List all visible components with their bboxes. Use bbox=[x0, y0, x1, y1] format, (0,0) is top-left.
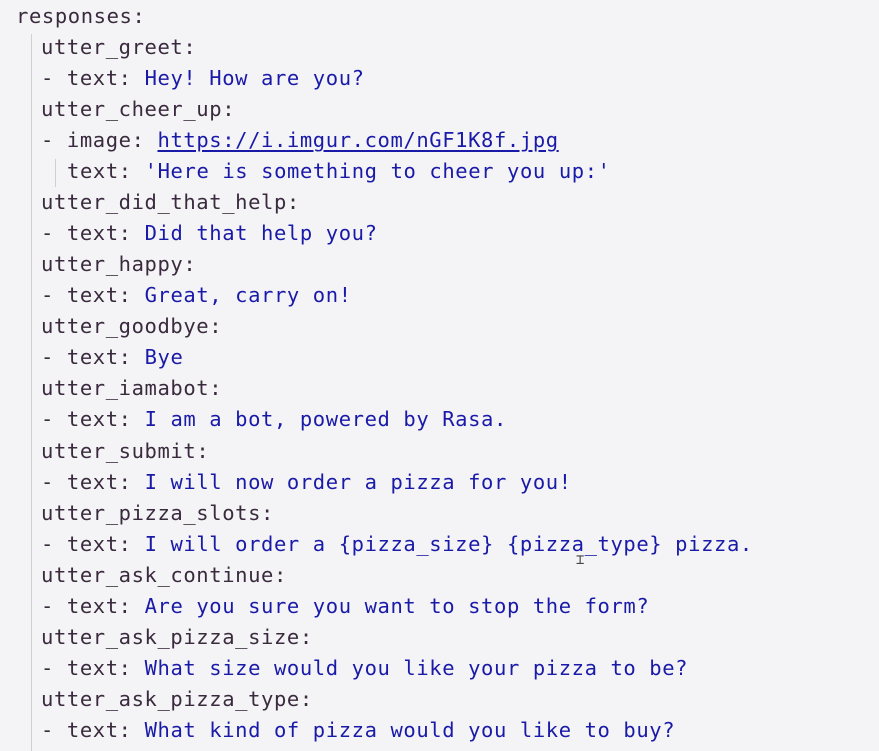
code-line-text: - text: I will now order a pizza for you… bbox=[41, 470, 572, 494]
image-url-link[interactable]: https://i.imgur.com/nGF1K8f.jpg bbox=[158, 128, 559, 152]
text-cursor-icon: ⌶ bbox=[576, 552, 586, 568]
code-line-response-key: utter_pizza_slots: bbox=[41, 501, 274, 525]
code-line-text: - text: What size would you like your pi… bbox=[41, 656, 689, 680]
response-text: Bye bbox=[144, 345, 184, 369]
code-line-response-key: utter_submit: bbox=[41, 439, 210, 463]
response-name: utter_ask_pizza_type bbox=[41, 687, 300, 711]
indent-guide bbox=[31, 34, 32, 751]
response-name: utter_happy bbox=[41, 252, 184, 276]
code-line-text: - text: Bye bbox=[41, 345, 184, 369]
response-name: utter_goodbye bbox=[41, 314, 210, 338]
code-line-response-key: utter_cheer_up: bbox=[41, 97, 236, 121]
code-line-response-key: utter_greet: bbox=[41, 35, 197, 59]
response-text: What kind of pizza would you like to buy… bbox=[144, 718, 676, 742]
response-text: I will order a {pizza_size} {pizza_type}… bbox=[144, 532, 753, 556]
code-line-response-key: utter_ask_pizza_type: bbox=[41, 687, 313, 711]
code-line-response-key: utter_happy: bbox=[41, 252, 197, 276]
response-name: utter_did_that_help bbox=[41, 190, 287, 214]
response-text: Did that help you? bbox=[144, 221, 378, 245]
code-line-response-key: utter_ask_continue: bbox=[41, 563, 287, 587]
response-name: utter_ask_continue bbox=[41, 563, 274, 587]
code-line-text: - text: Great, carry on! bbox=[41, 283, 352, 307]
code-line-text: - text: Did that help you? bbox=[41, 221, 378, 245]
response-name: utter_pizza_slots bbox=[41, 501, 262, 525]
code-line-text: - text: I will order a {pizza_size} {piz… bbox=[41, 532, 753, 556]
response-text: I am a bot, powered by Rasa. bbox=[144, 407, 507, 431]
response-text: 'Here is something to cheer you up:' bbox=[144, 159, 611, 183]
code-line-response-key: utter_iamabot: bbox=[41, 376, 223, 400]
code-line-responses: responses: bbox=[16, 4, 146, 28]
yaml-editor[interactable]: responses: utter_greet: - text: Hey! How… bbox=[0, 0, 879, 751]
response-text: What size would you like your pizza to b… bbox=[144, 656, 689, 680]
response-text: I will now order a pizza for you! bbox=[144, 470, 572, 494]
code-line-response-key: utter_did_that_help: bbox=[41, 190, 300, 214]
code-line-text: text: 'Here is something to cheer you up… bbox=[67, 159, 611, 183]
response-text: Are you sure you want to stop the form? bbox=[144, 594, 650, 618]
code-line-text: - text: Are you sure you want to stop th… bbox=[41, 594, 650, 618]
response-text: Hey! How are you? bbox=[144, 66, 365, 90]
code-line-response-key: utter_ask_pizza_size: bbox=[41, 625, 313, 649]
response-name: utter_ask_pizza_size bbox=[41, 625, 300, 649]
response-name: utter_greet bbox=[41, 35, 184, 59]
response-name: utter_submit bbox=[41, 439, 197, 463]
response-text: Great, carry on! bbox=[144, 283, 352, 307]
root-key: responses bbox=[16, 4, 133, 28]
code-line-text: - text: I am a bot, powered by Rasa. bbox=[41, 407, 507, 431]
code-line-text: - text: Hey! How are you? bbox=[41, 66, 365, 90]
response-name: utter_cheer_up bbox=[41, 97, 223, 121]
code-line-text: - text: What kind of pizza would you lik… bbox=[41, 718, 676, 742]
code-line-response-key: utter_goodbye: bbox=[41, 314, 223, 338]
code-line-image: - image: https://i.imgur.com/nGF1K8f.jpg bbox=[41, 128, 559, 152]
response-name: utter_iamabot bbox=[41, 376, 210, 400]
indent-guide-nested bbox=[55, 159, 56, 187]
